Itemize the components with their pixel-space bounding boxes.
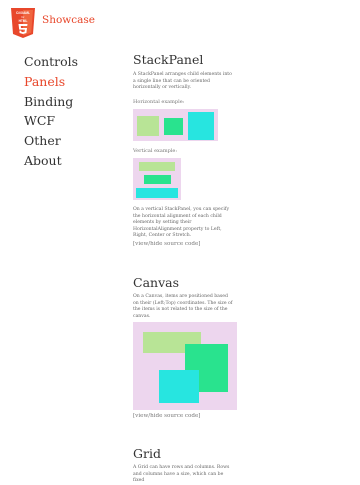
- canvas-item-3: [159, 370, 199, 403]
- grid-description: A Grid can have rows and columns. Rows a…: [133, 465, 230, 484]
- canvas-source-toggle[interactable]: [view/hide source code]: [133, 413, 201, 419]
- vertical-item-left: [139, 162, 175, 171]
- horizontal-example-label: Horizontal example:: [133, 99, 185, 105]
- app-title[interactable]: Showcase: [42, 14, 95, 26]
- nav-item-wcf[interactable]: WCF: [24, 111, 78, 131]
- canvas-demo: [133, 322, 237, 410]
- vertical-stackpanel-demo: [133, 158, 181, 200]
- stackpanel-description: A StackPanel arranges child elements int…: [133, 72, 232, 91]
- html5-logo: C#/XAML for HTML: [10, 8, 36, 38]
- nav-item-binding[interactable]: Binding: [24, 92, 78, 112]
- horizontal-stackpanel-demo: [133, 109, 218, 141]
- horizontal-item-1: [137, 116, 159, 136]
- nav-item-panels[interactable]: Panels: [24, 72, 78, 92]
- svg-text:HTML: HTML: [19, 19, 28, 23]
- vertical-example-label: Vertical example:: [133, 148, 178, 154]
- vertical-item-stretch: [136, 188, 178, 198]
- alignment-description: On a vertical StackPanel, you can specif…: [133, 207, 230, 239]
- canvas-description: On a Canvas, items are positioned based …: [133, 294, 233, 319]
- nav-item-other[interactable]: Other: [24, 131, 78, 151]
- horizontal-item-2: [164, 118, 183, 135]
- horizontal-item-3: [188, 112, 214, 140]
- canvas-title: Canvas: [133, 275, 179, 290]
- vertical-item-center: [144, 175, 171, 184]
- main-nav: Controls Panels Binding WCF Other About: [24, 52, 78, 171]
- stackpanel-title: StackPanel: [133, 52, 204, 67]
- stackpanel-source-toggle[interactable]: [view/hide source code]: [133, 241, 201, 247]
- grid-title: Grid: [133, 446, 161, 461]
- svg-text:C#/XAML: C#/XAML: [16, 11, 30, 15]
- nav-item-controls[interactable]: Controls: [24, 52, 78, 72]
- nav-item-about[interactable]: About: [24, 151, 78, 171]
